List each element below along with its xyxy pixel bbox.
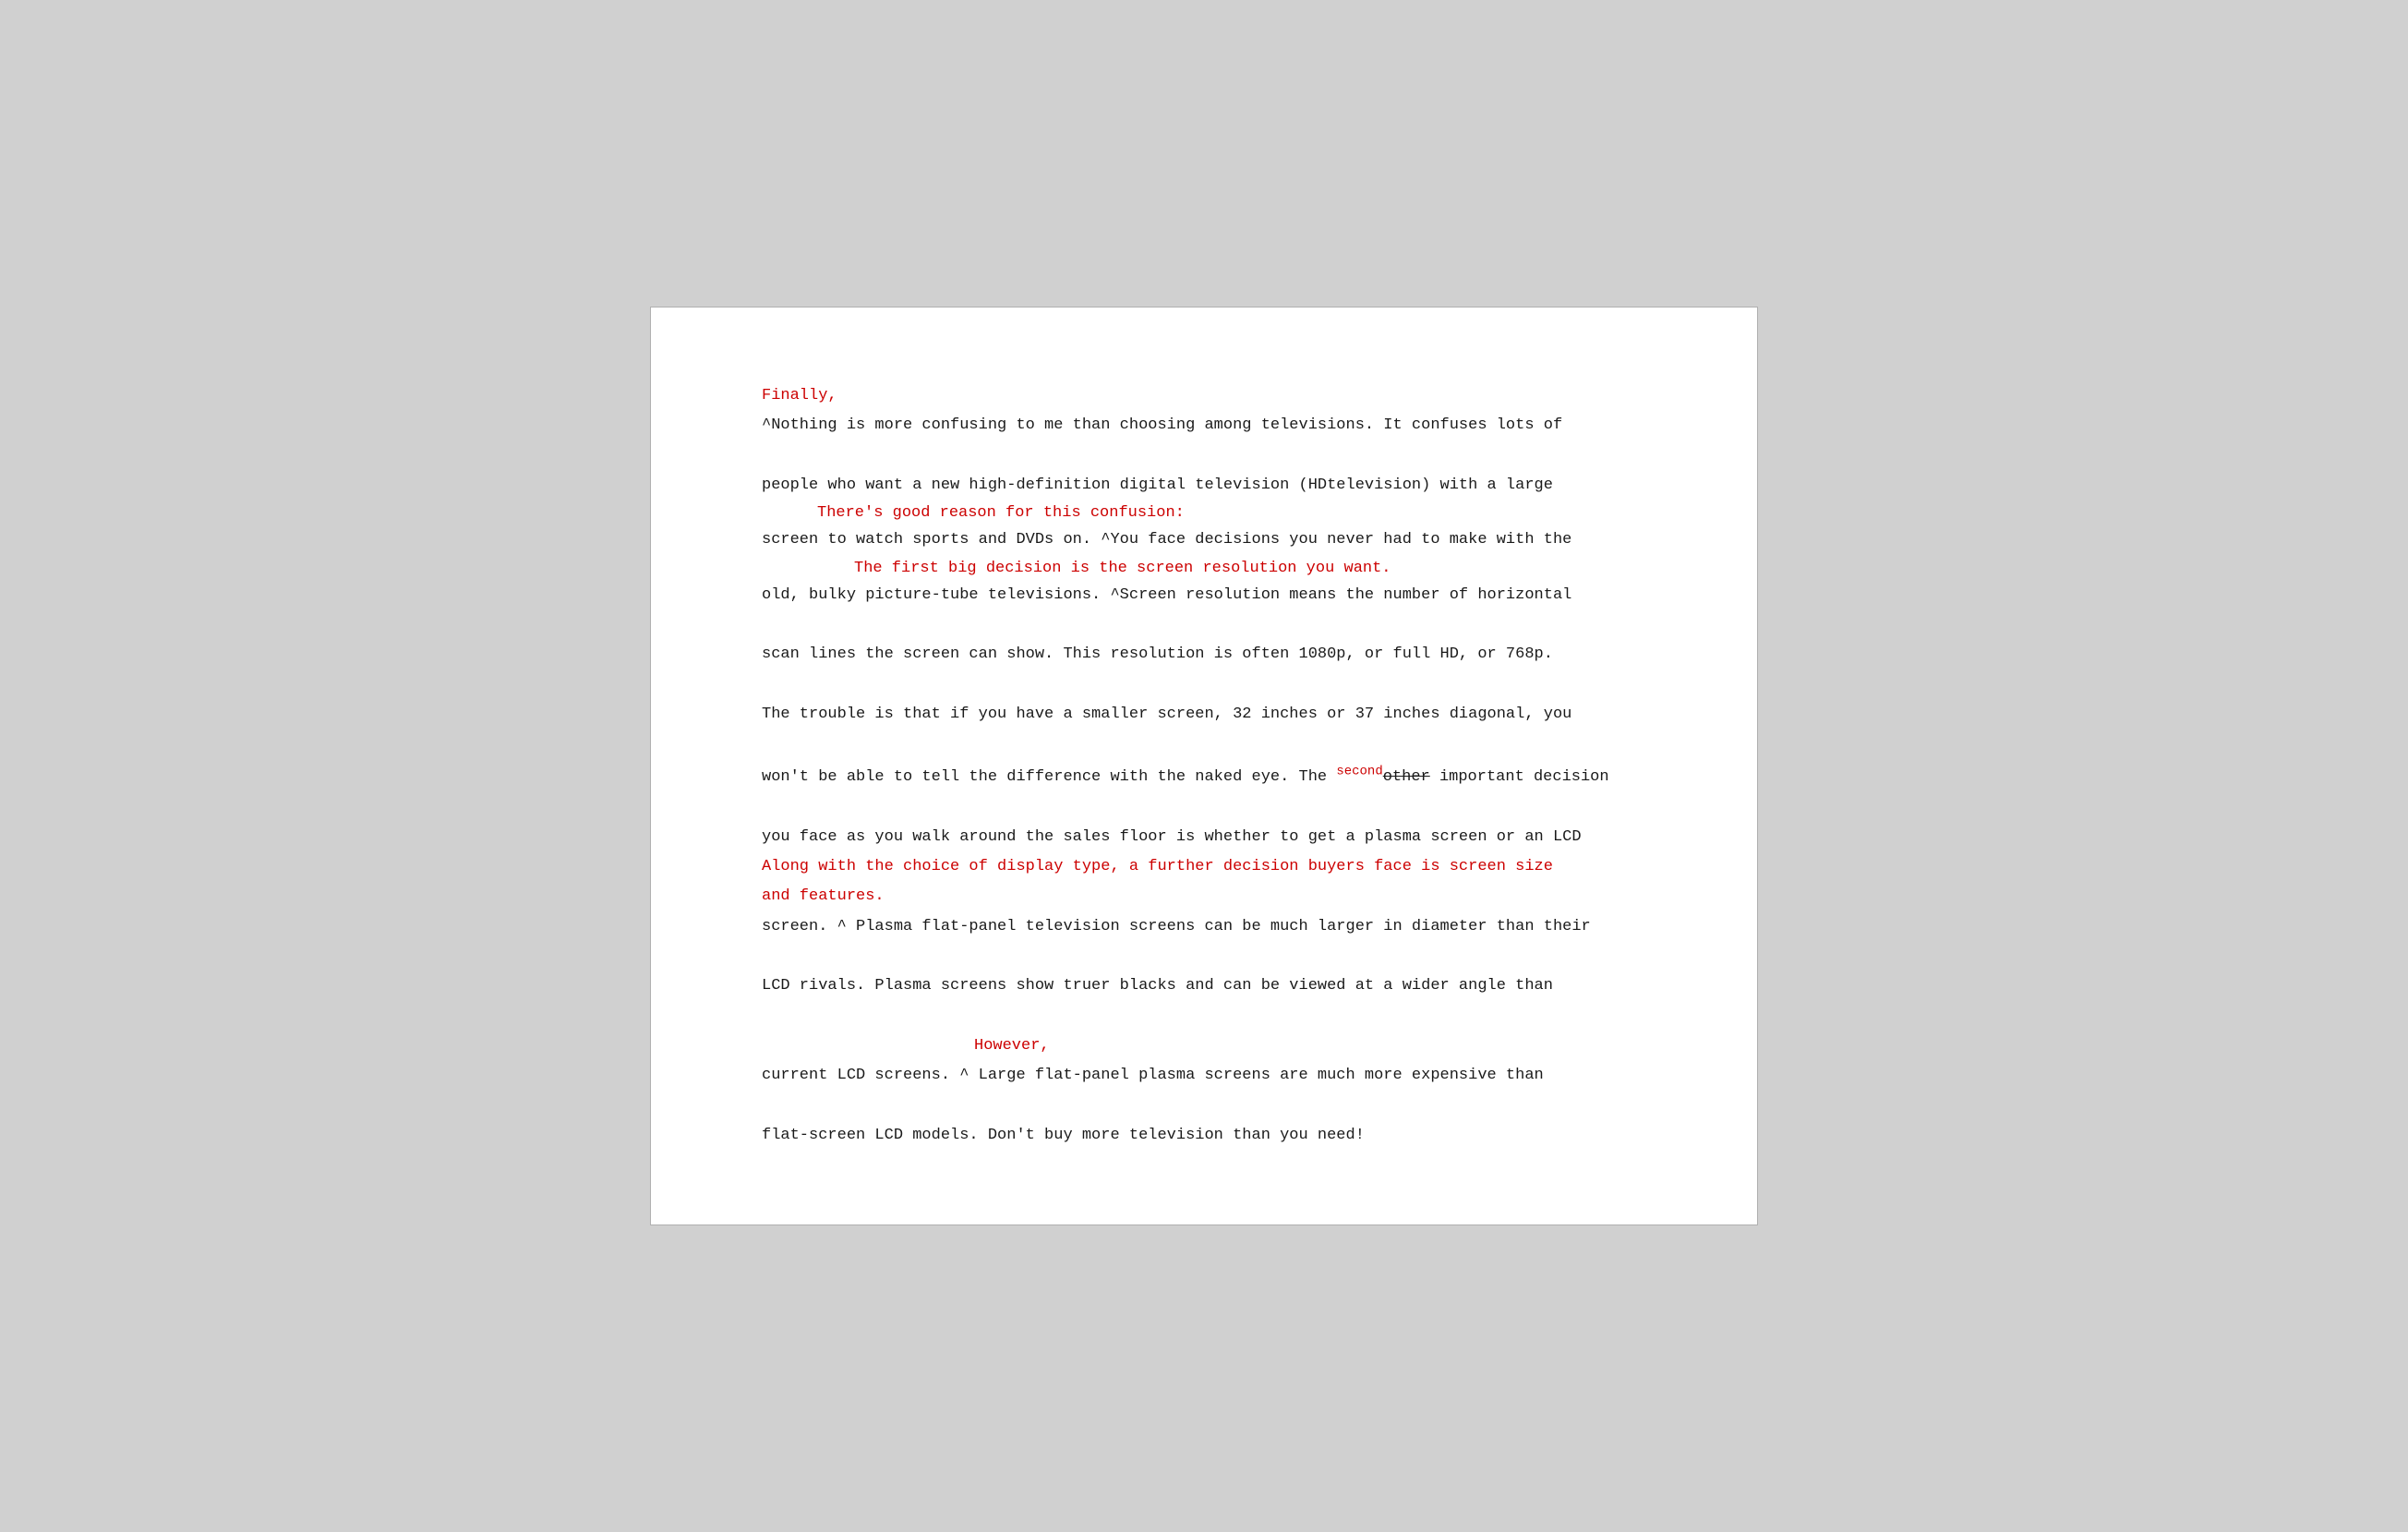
line11-with-annotation: However, current LCD screens. ^ Large fl… — [762, 1037, 1544, 1084]
annotation-along: Along with the choice of display type, a… — [762, 858, 1553, 875]
line2: people who want a new high-definition di… — [762, 476, 1553, 494]
line12: flat-screen LCD models. Don't buy more t… — [762, 1127, 1365, 1144]
line1: ^Nothing is more confusing to me than ch… — [762, 416, 1562, 434]
line10: LCD rivals. Plasma screens show truer bl… — [762, 977, 1553, 995]
document-body: Finally, ^Nothing is more confusing to m… — [762, 381, 1646, 1151]
line11: current LCD screens. ^ Large flat-panel … — [762, 1067, 1544, 1084]
strikethrough-other: other — [1383, 768, 1430, 786]
line7: won't be able to tell the difference wit… — [762, 768, 1609, 786]
line8: you face as you walk around the sales fl… — [762, 828, 1582, 846]
document-page: Finally, ^Nothing is more confusing to m… — [650, 307, 1758, 1225]
line4: old, bulky picture-tube televisions. ^Sc… — [762, 586, 1571, 604]
annotation-finally: Finally, — [762, 387, 837, 404]
annotation-good-reason: There's good reason for this confusion: — [762, 501, 1646, 525]
line5: scan lines the screen can show. This res… — [762, 645, 1553, 663]
annotation-and-features: and features. — [762, 887, 885, 905]
line3: screen to watch sports and DVDs on. ^You… — [762, 531, 1571, 549]
inserted-second: second — [1336, 765, 1382, 779]
annotation-first-big: The first big decision is the screen res… — [762, 556, 1646, 581]
annotation-however: However, — [762, 1037, 1050, 1055]
line9: screen. ^ Plasma flat-panel television s… — [762, 918, 1591, 935]
line6: The trouble is that if you have a smalle… — [762, 706, 1571, 723]
